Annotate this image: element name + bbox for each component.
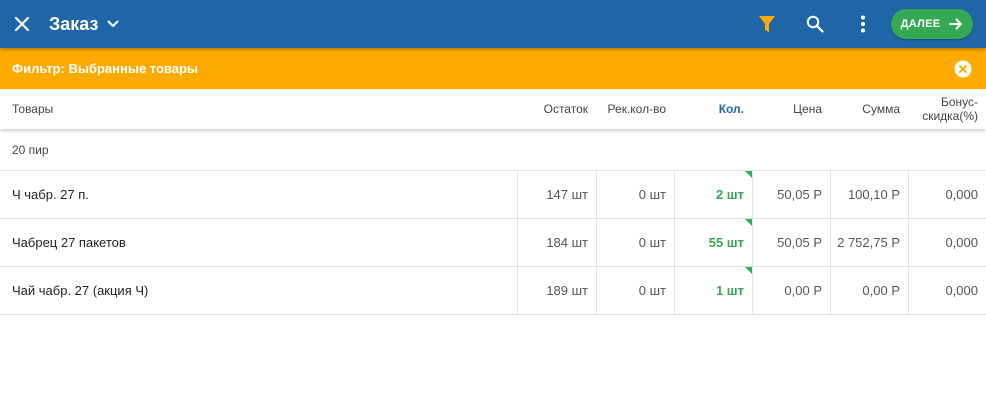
table-header: Товары Остаток Рек.кол-во Кол. Цена Сумм… [0,89,986,129]
recommended-cell: 0 шт [596,267,674,314]
filter-bar: Фильтр: Выбранные товары [0,48,986,89]
header-products[interactable]: Товары [0,102,517,116]
clear-circle-icon [954,60,972,77]
group-header: 20 пир [0,129,986,171]
table-row[interactable]: Ч чабр. 27 п. 147 шт 0 шт 2 шт 50,05 Р 1… [0,171,986,219]
app-bar: Заказ ДАЛЕЕ [0,0,986,48]
quantity-value: 1 шт [715,283,744,298]
product-name: Ч чабр. 27 п. [12,187,89,202]
header-quantity[interactable]: Кол. [674,102,752,116]
header-sum[interactable]: Сумма [830,102,908,116]
price-cell: 50,05 Р [752,219,830,266]
next-button[interactable]: ДАЛЕЕ [891,9,973,39]
header-price[interactable]: Цена [752,102,830,116]
quantity-value: 2 шт [715,187,744,202]
recommended-cell: 0 шт [596,219,674,266]
header-bonus-line1: Бонус- [940,95,978,109]
sum-cell: 2 752,75 Р [830,219,908,266]
title-dropdown[interactable]: Заказ [49,0,119,48]
header-stock[interactable]: Остаток [517,102,596,116]
sum-cell: 100,10 Р [830,171,908,218]
edited-marker [745,171,752,178]
edited-marker [745,219,752,226]
bonus-cell: 0,000 [908,171,986,218]
price-cell: 50,05 Р [752,171,830,218]
close-button[interactable] [0,0,44,48]
product-name: Чабрец 27 пакетов [12,235,126,250]
stock-cell: 147 шт [517,171,596,218]
quantity-cell[interactable]: 55 шт [674,219,752,266]
header-bonus[interactable]: Бонус- скидка(%) [908,95,986,123]
clear-filter-button[interactable] [954,60,972,78]
next-button-label: ДАЛЕЕ [900,18,941,30]
quantity-cell[interactable]: 2 шт [674,171,752,218]
close-icon [14,16,30,32]
table-row[interactable]: Чай чабр. 27 (акция Ч) 189 шт 0 шт 1 шт … [0,267,986,315]
search-icon [806,15,824,33]
price-cell: 0,00 Р [752,267,830,314]
stock-cell: 189 шт [517,267,596,314]
page-title: Заказ [49,13,99,34]
sum-cell: 0,00 Р [830,267,908,314]
filter-icon [759,16,775,32]
header-bonus-line2: скидка(%) [922,109,978,123]
quantity-cell[interactable]: 1 шт [674,267,752,314]
arrow-right-icon [949,18,963,30]
header-recommended[interactable]: Рек.кол-во [596,102,674,116]
filter-text: Фильтр: Выбранные товары [12,61,199,76]
bonus-cell: 0,000 [908,267,986,314]
search-button[interactable] [791,0,839,48]
product-name: Чай чабр. 27 (акция Ч) [12,283,149,298]
edited-marker [745,267,752,274]
filter-button[interactable] [743,0,791,48]
quantity-value: 55 шт [708,235,744,250]
more-button[interactable] [839,0,887,48]
recommended-cell: 0 шт [596,171,674,218]
bonus-cell: 0,000 [908,219,986,266]
chevron-down-icon [107,20,119,28]
more-vertical-icon [861,15,865,33]
stock-cell: 184 шт [517,219,596,266]
table-row[interactable]: Чабрец 27 пакетов 184 шт 0 шт 55 шт 50,0… [0,219,986,267]
